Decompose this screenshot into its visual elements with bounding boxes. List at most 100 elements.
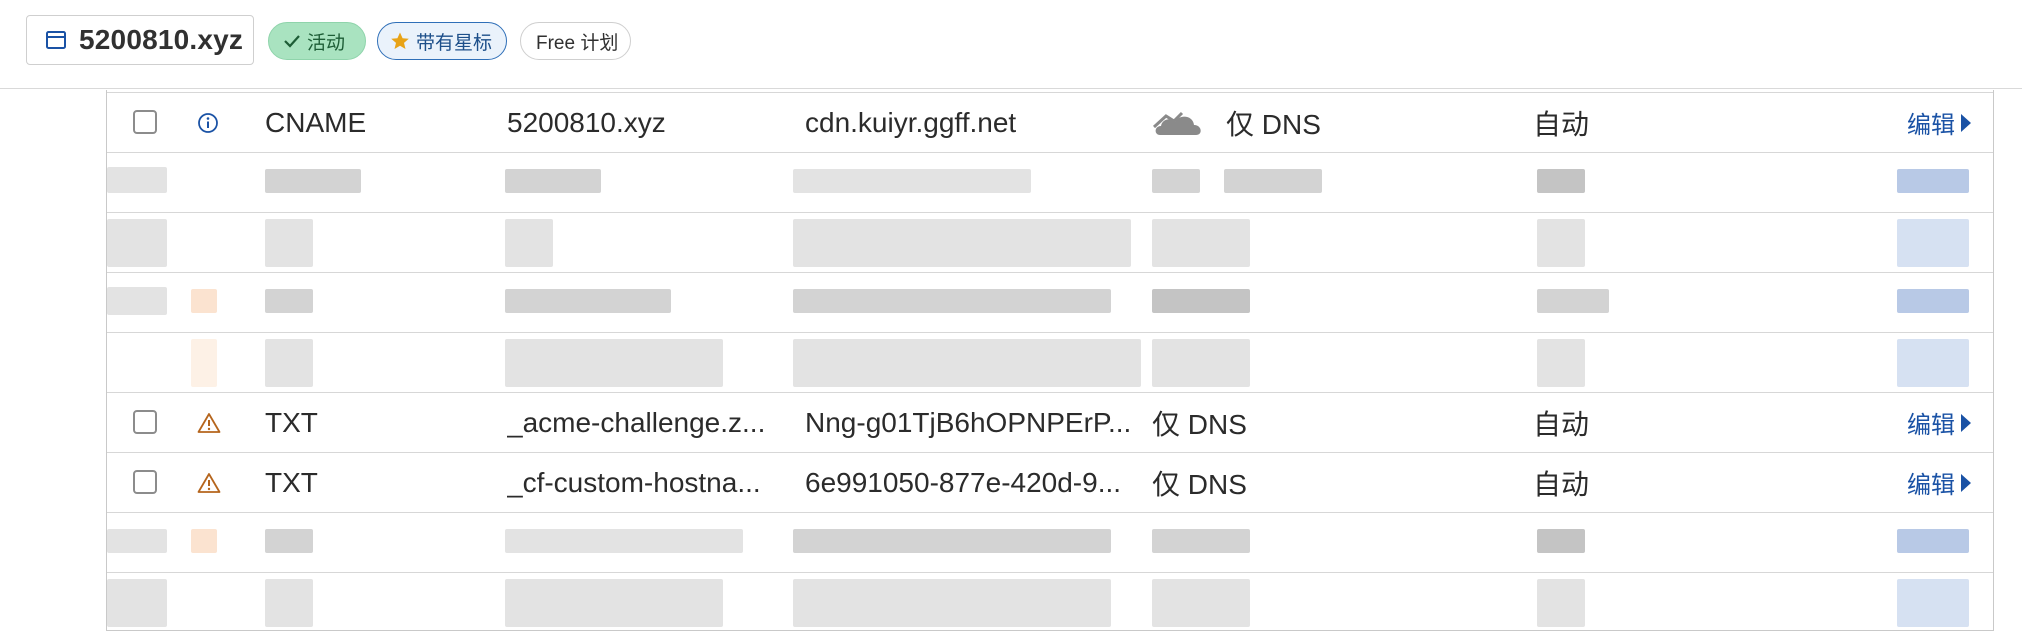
table-row-redacted bbox=[107, 152, 1993, 212]
record-content: Nng-g01TjB6hOPNPErP... bbox=[805, 406, 1130, 438]
redacted-block bbox=[505, 289, 671, 313]
redacted-block bbox=[1152, 219, 1250, 267]
table-row[interactable]: TXT _acme-challenge.z... Nng-g01TjB6hOPN… bbox=[107, 392, 1993, 452]
edit-button[interactable]: 编辑 bbox=[1907, 393, 1971, 452]
edit-label: 编辑 bbox=[1907, 472, 1955, 499]
redacted-block bbox=[1152, 529, 1250, 553]
table-row-redacted bbox=[107, 572, 1993, 632]
table-row-redacted bbox=[107, 272, 1993, 332]
table-row[interactable]: TXT _cf-custom-hostna... 6e991050-877e-4… bbox=[107, 452, 1993, 512]
edit-label: 编辑 bbox=[1907, 412, 1955, 439]
status-badge: 活动 bbox=[268, 22, 366, 60]
record-content: 6e991050-877e-420d-9... bbox=[805, 466, 1122, 498]
redacted-block bbox=[107, 287, 167, 315]
redacted-block bbox=[1897, 579, 1969, 627]
record-type: TXT bbox=[265, 406, 318, 438]
table-row[interactable]: CNAME 5200810.xyz cdn.kuiyr.ggff.net 仅 D… bbox=[107, 92, 1993, 152]
proxy-status: 仅 DNS bbox=[1152, 453, 1247, 512]
redacted-block bbox=[505, 339, 723, 387]
edit-button[interactable]: 编辑 bbox=[1907, 453, 1971, 512]
redacted-block bbox=[1897, 219, 1969, 267]
redacted-block bbox=[505, 579, 723, 627]
warning-icon bbox=[197, 453, 227, 512]
redacted-block bbox=[1537, 169, 1585, 193]
record-name: _acme-challenge.z... bbox=[507, 406, 766, 438]
redacted-block bbox=[107, 579, 167, 627]
redacted-block bbox=[191, 529, 217, 553]
redacted-block bbox=[107, 529, 167, 553]
redacted-block bbox=[793, 529, 1111, 553]
redacted-block bbox=[1224, 169, 1322, 193]
proxy-status: 仅 DNS bbox=[1152, 93, 1321, 152]
record-name: 5200810.xyz bbox=[507, 106, 666, 138]
redacted-block bbox=[1537, 339, 1585, 387]
calendar-icon bbox=[46, 31, 66, 49]
redacted-block bbox=[1537, 289, 1609, 313]
redacted-block bbox=[1537, 529, 1585, 553]
redacted-block bbox=[265, 529, 313, 553]
redacted-block bbox=[1152, 289, 1250, 313]
redacted-block bbox=[265, 169, 361, 193]
zone-header: 5200810.xyz 活动 带有星标 Free 计划 bbox=[0, 0, 2022, 89]
redacted-block bbox=[107, 167, 167, 193]
caret-right-icon bbox=[1961, 413, 1971, 432]
starred-label: 带有星标 bbox=[416, 32, 493, 54]
redacted-block bbox=[265, 289, 313, 313]
redacted-block bbox=[793, 289, 1111, 313]
status-label: 活动 bbox=[307, 32, 346, 54]
caret-right-icon bbox=[1961, 113, 1971, 132]
record-name: _cf-custom-hostna... bbox=[507, 466, 761, 498]
redacted-block bbox=[1152, 169, 1200, 193]
warning-icon bbox=[197, 393, 227, 452]
proxy-status: 仅 DNS bbox=[1152, 393, 1247, 452]
table-row-redacted bbox=[107, 332, 1993, 392]
zone-selector[interactable]: 5200810.xyz bbox=[26, 15, 254, 65]
redacted-block bbox=[1897, 339, 1969, 387]
redacted-block bbox=[107, 219, 167, 267]
table-row-redacted bbox=[107, 212, 1993, 272]
redacted-block bbox=[1897, 289, 1969, 313]
redacted-block bbox=[1897, 529, 1969, 553]
cloud-dns-only-icon bbox=[1152, 111, 1201, 135]
redacted-block bbox=[1152, 339, 1250, 387]
redacted-block bbox=[505, 219, 553, 267]
starred-badge[interactable]: 带有星标 bbox=[377, 22, 507, 60]
proxy-status-label: 仅 DNS bbox=[1152, 468, 1247, 500]
record-ttl: 自动 bbox=[1533, 408, 1590, 440]
redacted-block bbox=[191, 339, 217, 387]
row-checkbox[interactable] bbox=[133, 410, 157, 434]
redacted-block bbox=[265, 579, 313, 627]
redacted-block bbox=[793, 579, 1111, 627]
record-type: CNAME bbox=[265, 106, 367, 138]
redacted-block bbox=[793, 169, 1031, 193]
record-ttl: 自动 bbox=[1533, 468, 1590, 500]
proxy-status-label: 仅 DNS bbox=[1152, 408, 1247, 440]
star-icon bbox=[391, 32, 409, 49]
proxy-status-label: 仅 DNS bbox=[1226, 108, 1321, 140]
redacted-block bbox=[1537, 579, 1585, 627]
redacted-block bbox=[793, 219, 1131, 267]
redacted-block bbox=[505, 529, 743, 553]
redacted-block bbox=[265, 339, 313, 387]
caret-right-icon bbox=[1961, 473, 1971, 492]
zone-name: 5200810.xyz bbox=[79, 24, 244, 55]
plan-badge: Free 计划 bbox=[520, 22, 631, 60]
redacted-block bbox=[1897, 169, 1969, 193]
redacted-block bbox=[1537, 219, 1585, 267]
info-icon bbox=[197, 93, 227, 152]
plan-label: Free 计划 bbox=[536, 32, 619, 54]
dns-records-table: CNAME 5200810.xyz cdn.kuiyr.ggff.net 仅 D… bbox=[106, 90, 1994, 631]
redacted-block bbox=[191, 289, 217, 313]
record-type: TXT bbox=[265, 466, 318, 498]
redacted-block bbox=[505, 169, 601, 193]
row-checkbox[interactable] bbox=[133, 110, 157, 134]
redacted-block bbox=[265, 219, 313, 267]
check-icon bbox=[284, 35, 300, 48]
redacted-block bbox=[793, 339, 1141, 387]
redacted-block bbox=[1152, 579, 1250, 627]
edit-button[interactable]: 编辑 bbox=[1907, 93, 1971, 152]
table-row-redacted bbox=[107, 512, 1993, 572]
edit-label: 编辑 bbox=[1907, 112, 1955, 139]
record-ttl: 自动 bbox=[1533, 108, 1590, 140]
row-checkbox[interactable] bbox=[133, 470, 157, 494]
